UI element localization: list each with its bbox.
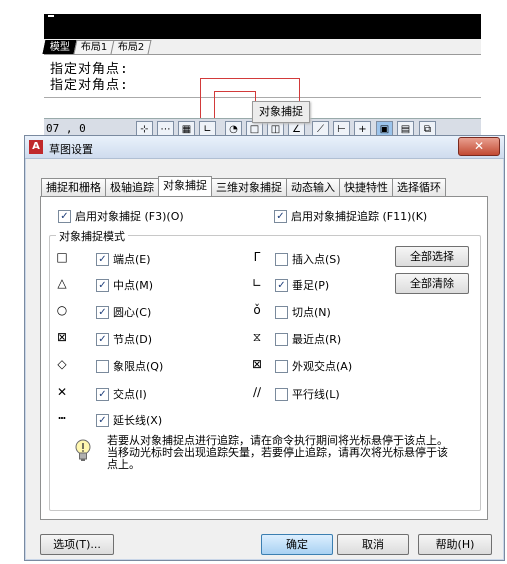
coordinate-readout: 07 , 0 [46,122,86,135]
mode-center[interactable]: ✓ 圆心(C) [96,304,151,320]
checkbox-box[interactable]: ✓ [96,278,109,292]
options-button[interactable]: 选项(T)... [40,534,114,555]
tab-layout1[interactable]: 布局1 [73,40,115,54]
tab-quick-properties[interactable]: 快捷特性 [339,178,393,196]
apparent-intersection-marker-icon: ⊠ [251,357,263,371]
mode-label: 端点(E) [113,253,151,266]
tab-selection-cycling[interactable]: 选择循环 [392,178,446,196]
checkbox-box[interactable] [275,359,288,373]
mode-insertion[interactable]: 插入点(S) [275,251,341,267]
group-label: 对象捕捉模式 [56,228,128,244]
checkbox-box[interactable]: ✓ [96,305,109,319]
checkbox-box[interactable]: ✓ [96,252,109,266]
mode-label: 插入点(S) [292,253,341,266]
mode-perpendicular[interactable]: ✓ 垂足(P) [275,277,329,293]
mode-label: 外观交点(A) [292,360,353,373]
checkbox-box[interactable] [275,252,288,266]
help-button[interactable]: 帮助(H) [418,534,492,555]
center-marker-icon: ○ [56,303,68,317]
mode-label: 垂足(P) [292,279,330,292]
enable-tracking-label: 启用对象捕捉追踪 (F11)(K) [291,210,428,223]
perpendicular-marker-icon: ∟ [251,276,263,290]
checkbox-box[interactable]: ✓ [96,387,109,401]
dialog-titlebar[interactable]: A 草图设置 ✕ [25,136,504,159]
clear-all-button[interactable]: 全部清除 [395,273,469,294]
checkbox-box[interactable] [275,305,288,319]
close-button[interactable]: ✕ [458,137,500,156]
mode-parallel[interactable]: 平行线(L) [275,386,340,402]
checkbox-box[interactable] [96,359,109,373]
checkbox-box[interactable] [275,387,288,401]
mode-apparent-intersection[interactable]: 外观交点(A) [275,358,352,374]
intersection-marker-icon: ✕ [56,385,68,399]
object-snap-panel: ✓ 启用对象捕捉 (F3)(O) ✓ 启用对象捕捉追踪 (F11)(K) 对象捕… [40,196,488,520]
dialog-tabs: 捕捉和栅格 极轴追踪 对象捕捉 三维对象捕捉 动态输入 快捷特性 选择循环 [41,176,446,196]
tab-polar-tracking[interactable]: 极轴追踪 [105,178,159,196]
tab-object-snap[interactable]: 对象捕捉 [158,176,212,196]
checkbox-box[interactable]: ✓ [274,209,287,223]
cancel-button[interactable]: 取消 [337,534,409,555]
mode-intersection[interactable]: ✓ 交点(I) [96,386,147,402]
command-history-line: 指定对角点: [50,78,129,93]
tab-snap-and-grid[interactable]: 捕捉和栅格 [41,178,106,196]
checkbox-box[interactable]: ✓ [58,209,71,223]
tab-dynamic-input[interactable]: 动态输入 [286,178,340,196]
tab-layout2-label: 布局2 [118,42,145,53]
tangent-marker-icon: ǒ [253,303,261,317]
mode-quadrant[interactable]: 象限点(Q) [96,358,163,374]
mode-label: 平行线(L) [292,388,340,401]
lightbulb-icon [75,439,91,461]
mode-midpoint[interactable]: ✓ 中点(M) [96,277,153,293]
enable-osnap-checkbox[interactable]: ✓ 启用对象捕捉 (F3)(O) [58,208,184,224]
drawing-area[interactable] [44,14,481,39]
checkbox-box[interactable]: ✓ [96,332,109,346]
drafting-settings-dialog: A 草图设置 ✕ 捕捉和栅格 极轴追踪 对象捕捉 三维对象捕捉 动态输入 快捷特… [24,135,505,561]
mode-node[interactable]: ✓ 节点(D) [96,331,152,347]
mode-label: 最近点(R) [292,333,342,346]
enable-tracking-checkbox[interactable]: ✓ 启用对象捕捉追踪 (F11)(K) [274,208,427,224]
select-all-button[interactable]: 全部选择 [395,246,469,267]
mode-label: 延长线(X) [113,414,163,427]
endpoint-marker-icon: □ [56,250,68,264]
extension-marker-icon: ┅ [58,411,66,425]
mode-label: 交点(I) [113,388,147,401]
layout-tabs: 模型 布局1 布局2 [42,39,481,55]
mode-label: 节点(D) [113,333,153,346]
enable-osnap-label: 启用对象捕捉 (F3)(O) [75,210,184,223]
parallel-marker-icon: ∕∕ [252,385,262,399]
checkbox-box[interactable] [275,332,288,346]
node-marker-icon: ⊠ [56,330,68,344]
crosshair-cursor [48,15,54,17]
nearest-marker-icon: ⧖ [252,330,262,344]
tab-layout1-label: 布局1 [80,42,108,53]
mode-tangent[interactable]: 切点(N) [275,304,331,320]
mode-label: 象限点(Q) [113,360,164,373]
mode-label: 圆心(C) [113,306,152,319]
tab-model[interactable]: 模型 [42,40,78,54]
autocad-a-icon: A [29,140,43,154]
mode-nearest[interactable]: 最近点(R) [275,331,341,347]
checkbox-box[interactable]: ✓ [96,413,109,427]
dialog-title: 草图设置 [49,143,93,156]
mode-endpoint[interactable]: ✓ 端点(E) [96,251,151,267]
close-icon: ✕ [473,139,485,153]
tracking-tip-text: 若要从对象捕捉点进行追踪，请在命令执行期间将光标悬停于该点上。当移动光标时会出现… [107,434,448,471]
mode-label: 中点(M) [113,279,154,292]
osnap-tooltip: 对象捕捉 [252,101,310,123]
mode-label: 切点(N) [292,306,331,319]
insertion-marker-icon: ᒥ [253,250,261,264]
quadrant-marker-icon: ◇ [57,357,67,371]
tab-layout2[interactable]: 布局2 [110,40,153,54]
ok-button[interactable]: 确定 [261,534,333,555]
tab-model-label: 模型 [49,42,70,53]
mode-extension[interactable]: ✓ 延长线(X) [96,412,162,428]
midpoint-marker-icon: △ [57,276,67,290]
checkbox-box[interactable]: ✓ [275,278,288,292]
tab-3d-object-snap[interactable]: 三维对象捕捉 [211,178,287,196]
snap-modes-group: 对象捕捉模式 □ ✓ 端点(E) △ ✓ 中点(M) ○ ✓ 圆心(C) ⊠ ✓ 节点(… [49,228,481,511]
